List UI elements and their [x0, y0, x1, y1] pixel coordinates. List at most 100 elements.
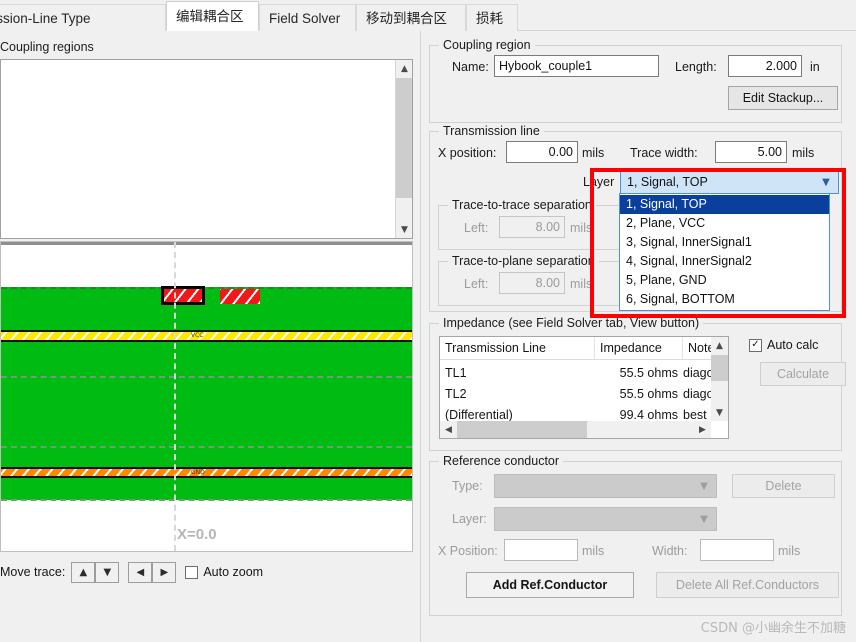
ref-x-position-input[interactable] [504, 539, 578, 561]
cross-section-view[interactable]: VCC GND X=0.0 [0, 241, 413, 552]
x-position-input[interactable] [506, 141, 578, 163]
tab-move-to-coupling-region[interactable]: 移动到耦合区 [356, 4, 466, 31]
impedance-table-vertical-scrollbar[interactable]: ▲ ▼ [711, 337, 728, 421]
dielectric-layer-3 [1, 478, 412, 500]
trace-tl1-selected[interactable] [161, 286, 205, 305]
auto-calc-checkbox[interactable]: ✓ [749, 338, 762, 352]
layer-combobox-value: 1, Signal, TOP [627, 175, 708, 189]
tab-label: 移动到耦合区 [366, 11, 447, 27]
right-properties-panel: Coupling region Name: Length: in Edit St… [420, 31, 856, 642]
trace-to-plane-legend: Trace-to-plane separation [448, 254, 599, 268]
scroll-left-icon[interactable]: ◀ [440, 421, 457, 438]
trace-to-plane-left-input[interactable] [499, 272, 565, 294]
cell-name: TL1 [445, 366, 467, 380]
add-ref-conductor-button[interactable]: Add Ref.Conductor [466, 572, 634, 598]
delete-all-ref-conductors-button[interactable]: Delete All Ref.Conductors [656, 572, 839, 598]
coupling-regions-tree[interactable]: −Hybook_couple1 −TOP Signal Layer TL1 TL… [0, 59, 413, 239]
column-header-transmission-line[interactable]: Transmission Line [440, 337, 595, 359]
tree-content: −Hybook_couple1 −TOP Signal Layer TL1 TL… [1, 60, 396, 238]
calculate-button[interactable]: Calculate [760, 362, 846, 386]
ref-width-input[interactable] [700, 539, 774, 561]
trace-to-plane-group: Trace-to-plane separation Left: mils [438, 254, 621, 306]
coupling-region-name-input[interactable] [494, 55, 659, 77]
layer-option-5[interactable]: 5, Plane, GND [620, 271, 829, 290]
scroll-down-icon[interactable]: ▼ [711, 404, 728, 421]
trace-to-plane-unit-label: mils [570, 277, 593, 291]
arrow-up-icon: ▲ [79, 566, 88, 578]
move-trace-right-button[interactable]: ▶ [152, 561, 177, 583]
tab-edit-coupling-region[interactable]: 编辑耦合区 [166, 1, 259, 31]
scrollbar-thumb[interactable] [396, 78, 412, 198]
reference-conductor-group: Reference conductor Type: ▼ Delete Layer… [429, 454, 842, 616]
table-row[interactable]: TL2 55.5 ohms diago [440, 384, 728, 405]
layer-dropdown-list[interactable]: 1, Signal, TOP 2, Plane, VCC 3, Signal, … [619, 193, 830, 311]
trace-to-trace-left-input[interactable] [499, 216, 565, 238]
length-unit-label: in [810, 60, 820, 74]
impedance-table-horizontal-scrollbar[interactable]: ◀ ▶ [440, 421, 711, 438]
trace-width-label: Trace width: [630, 146, 698, 160]
auto-zoom-checkbox-wrap[interactable]: Auto zoom [185, 565, 263, 579]
x-position-unit-label: mils [582, 146, 605, 160]
coupling-regions-label: Coupling regions [0, 40, 94, 54]
ref-layer-combobox[interactable]: ▼ [494, 507, 717, 531]
tree-guide-line [3, 213, 396, 238]
scrollbar-thumb[interactable] [457, 421, 587, 438]
vcc-plane-layer [1, 330, 412, 342]
x-origin-label: X=0.0 [177, 526, 217, 543]
tab-label: 损耗 [476, 11, 503, 27]
chevron-down-icon[interactable]: ▼ [692, 514, 716, 525]
ref-type-combobox[interactable]: ▼ [494, 474, 717, 498]
gnd-plane-layer [1, 467, 412, 478]
auto-zoom-checkbox[interactable] [185, 565, 199, 579]
arrow-down-icon: ▼ [103, 566, 112, 578]
edit-stackup-button[interactable]: Edit Stackup... [728, 86, 838, 110]
chevron-down-icon[interactable]: ▼ [814, 177, 838, 188]
layer-option-3[interactable]: 3, Signal, InnerSignal1 [620, 233, 829, 252]
layer-option-1[interactable]: 1, Signal, TOP [620, 195, 829, 214]
x-position-label: X position: [438, 146, 497, 160]
trace-to-trace-group: Trace-to-trace separation Left: mils [438, 198, 621, 250]
tree-guide-line [3, 63, 396, 213]
trace-to-trace-left-label: Left: [464, 221, 489, 235]
vcc-plane-label: VCC [191, 332, 204, 339]
table-row[interactable]: TL1 55.5 ohms diago [440, 363, 728, 384]
layer-combobox[interactable]: 1, Signal, TOP ▼ [620, 170, 839, 194]
tab-field-solver[interactable]: Field Solver [259, 4, 356, 31]
impedance-legend: Impedance (see Field Solver tab, View bu… [439, 316, 704, 330]
move-trace-down-button[interactable]: ▼ [95, 561, 120, 583]
tab-transmission-line-type[interactable]: Transmission-Line Type [0, 4, 166, 31]
application-window: Transmission-Line Type 编辑耦合区 Field Solve… [0, 0, 856, 642]
layer-option-2[interactable]: 2, Plane, VCC [620, 214, 829, 233]
layer-option-4[interactable]: 4, Signal, InnerSignal2 [620, 252, 829, 271]
name-label: Name: [452, 60, 489, 74]
layer-option-6[interactable]: 6, Signal, BOTTOM [620, 290, 829, 309]
tab-label: Transmission-Line Type [0, 11, 91, 26]
tree-vertical-scrollbar[interactable]: ▲ ▼ [395, 60, 412, 238]
innersignal1-dash-line [1, 376, 412, 378]
delete-ref-conductor-button[interactable]: Delete [732, 474, 835, 498]
arrow-left-icon: ◀ [136, 566, 145, 578]
scrollbar-thumb[interactable] [711, 355, 728, 381]
column-header-impedance[interactable]: Impedance [595, 337, 683, 359]
scroll-up-icon[interactable]: ▲ [396, 60, 412, 77]
auto-calc-checkbox-wrap[interactable]: ✓ Auto calc [749, 338, 818, 352]
scroll-right-icon[interactable]: ▶ [694, 421, 711, 438]
coupling-region-group: Coupling region Name: Length: in Edit St… [429, 38, 842, 123]
impedance-group: Impedance (see Field Solver tab, View bu… [429, 316, 846, 451]
chevron-down-icon[interactable]: ▼ [692, 481, 716, 492]
coupling-region-length-input[interactable] [728, 55, 802, 77]
move-trace-label: Move trace: [0, 565, 66, 579]
move-trace-up-button[interactable]: ▲ [71, 561, 96, 583]
impedance-table[interactable]: Transmission Line Impedance Notes TL1 55… [439, 336, 729, 439]
trace-width-input[interactable] [715, 141, 787, 163]
scroll-up-icon[interactable]: ▲ [711, 337, 728, 354]
ref-width-label: Width: [652, 544, 688, 558]
trace-tl2[interactable] [220, 289, 260, 304]
tab-loss[interactable]: 损耗 [466, 4, 518, 31]
cell-name: TL2 [445, 387, 467, 401]
bottom-layer-dash-line [1, 499, 412, 501]
move-trace-left-button[interactable]: ◀ [128, 561, 153, 583]
scroll-down-icon[interactable]: ▼ [396, 221, 412, 238]
coupling-region-legend: Coupling region [439, 38, 535, 52]
impedance-table-header: Transmission Line Impedance Notes [440, 337, 728, 360]
